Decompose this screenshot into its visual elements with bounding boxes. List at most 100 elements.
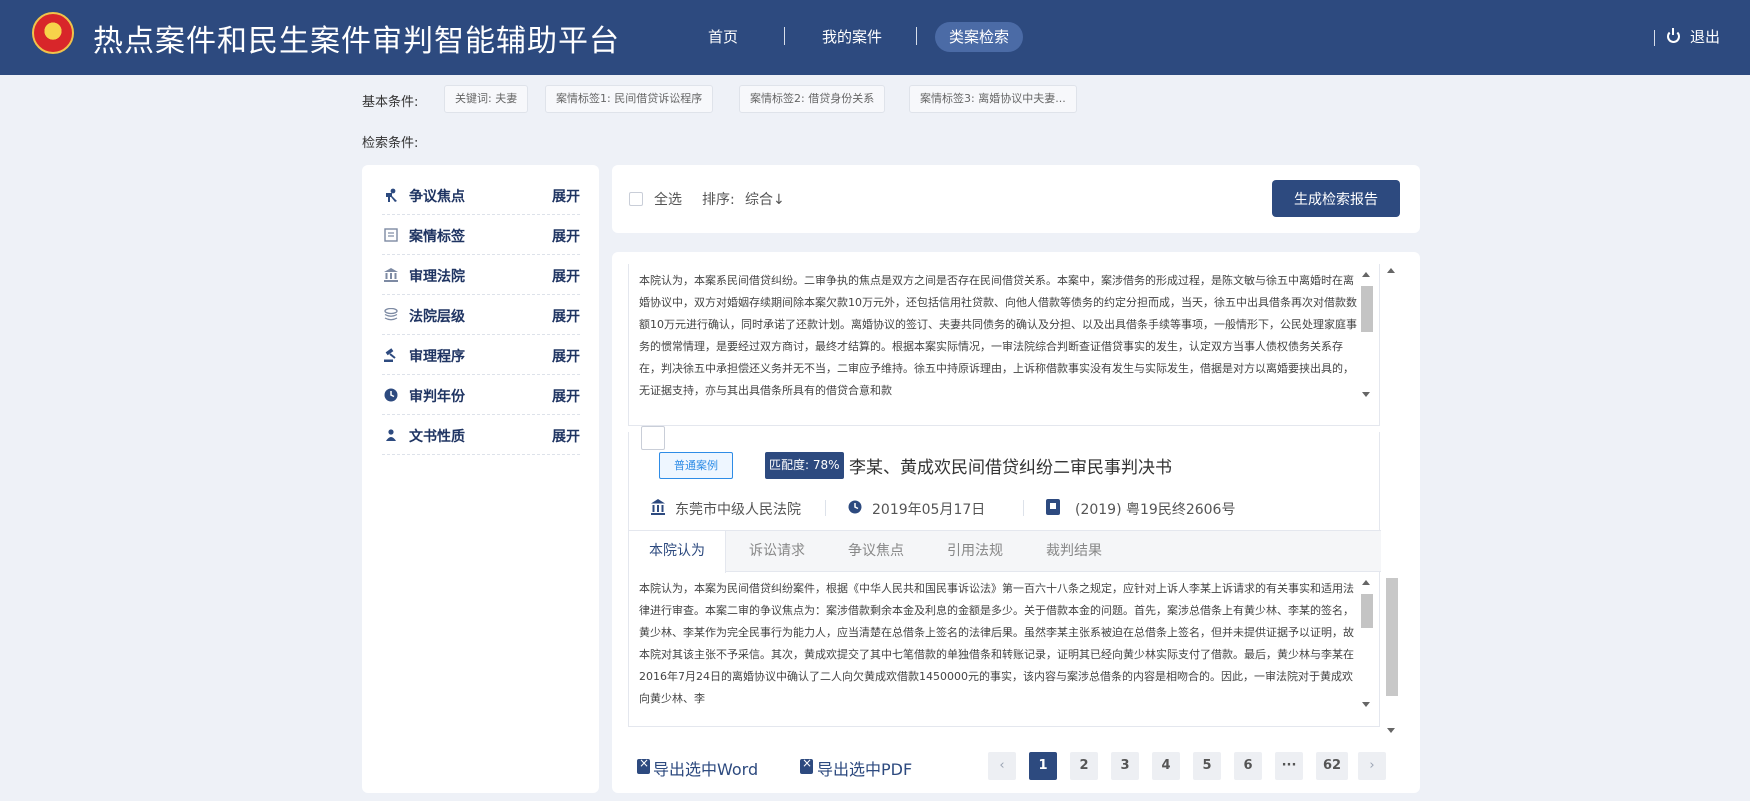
scrollbar-thumb[interactable] [1361, 286, 1373, 332]
result-card[interactable]: 普通案例 匹配度: 78% 李某、黄成欢民间借贷纠纷二审民事判决书 东莞市中级人… [628, 426, 1381, 727]
select-all-label[interactable]: 全选 [654, 189, 682, 209]
top-header: 热点案件和民生案件审判智能辅助平台 首页 我的案件 类案检索 退出 [0, 0, 1750, 75]
nav-similar-case-search[interactable]: 类案检索 [935, 22, 1024, 52]
scroll-up-icon[interactable] [1362, 580, 1370, 585]
nav-divider [916, 27, 917, 45]
result-select-checkbox[interactable] [641, 426, 665, 450]
nav-home[interactable]: 首页 [708, 22, 738, 52]
document-icon [384, 228, 398, 242]
filter-label: 审理法院 [409, 269, 465, 285]
excerpt-text: 本院认为，本案系民间借贷纠纷。二审争执的焦点是双方之间是否存在民间借贷关系。本案… [639, 274, 1357, 397]
clock-icon [384, 388, 398, 402]
logout-button[interactable]: 退出 [1690, 26, 1720, 47]
page-button[interactable]: 2 [1070, 752, 1098, 780]
tab-cited-laws[interactable]: 引用法规 [947, 531, 1003, 572]
app-title: 热点案件和民生案件审判智能辅助平台 [93, 24, 620, 59]
filter-label: 文书性质 [409, 429, 465, 445]
logout-divider [1654, 30, 1655, 46]
filter-label: 法院层级 [409, 309, 465, 325]
page-button[interactable]: 6 [1234, 752, 1262, 780]
results-toolbar: 全选 排序: 综合↓ 生成检索报告 [612, 165, 1420, 233]
word-export-icon[interactable] [637, 756, 650, 774]
condition-tag[interactable]: 案情标签2: 借贷身份关系 [739, 85, 886, 113]
filter-trial-year[interactable]: 审判年份 展开 [382, 375, 580, 415]
scrollbar-thumb[interactable] [1386, 578, 1398, 696]
case-number-icon [1046, 499, 1060, 515]
scroll-down-icon[interactable] [1387, 728, 1395, 733]
result-excerpt-box: 本院认为，本案系民间借贷纠纷。二审争执的焦点是双方之间是否存在民间借贷关系。本案… [628, 264, 1380, 426]
gavel-icon [384, 348, 396, 362]
next-page-button[interactable]: › [1358, 752, 1386, 780]
condition-tag[interactable]: 案情标签3: 离婚协议中夫妻... [909, 85, 1077, 113]
result-tabs: 本院认为 诉讼请求 争议焦点 引用法规 裁判结果 [629, 530, 1381, 573]
filter-trial-procedure[interactable]: 审理程序 展开 [382, 335, 580, 375]
filter-document-nature[interactable]: 文书性质 展开 [382, 415, 580, 455]
page-button[interactable]: 3 [1111, 752, 1139, 780]
filter-case-tags[interactable]: 案情标签 展开 [382, 215, 580, 255]
filter-court-level[interactable]: 法院层级 展开 [382, 295, 580, 335]
meta-divider [1023, 500, 1024, 516]
tab-court-opinion[interactable]: 本院认为 [629, 531, 726, 573]
search-conditions-label: 检索条件: [362, 136, 419, 151]
pdf-export-icon[interactable] [800, 756, 813, 774]
filter-trial-court[interactable]: 审理法院 展开 [382, 255, 580, 295]
sort-label: 排序: [702, 192, 735, 208]
filter-panel: 争议焦点 展开 案情标签 展开 审理法院 展开 法院层级 展开 审理程序 展开 … [362, 165, 599, 793]
tab-claims[interactable]: 诉讼请求 [749, 531, 805, 572]
filter-label: 审判年份 [409, 389, 465, 405]
judgment-date: 2019年05月17日 [872, 502, 986, 518]
scrollbar-thumb[interactable] [1361, 594, 1373, 628]
prev-page-button[interactable]: ‹ [988, 752, 1016, 780]
expand-link[interactable]: 展开 [552, 266, 580, 286]
layers-icon [384, 308, 398, 321]
filter-label: 案情标签 [409, 229, 465, 245]
expand-link[interactable]: 展开 [552, 186, 580, 206]
nav-divider [784, 27, 785, 45]
generate-report-button[interactable]: 生成检索报告 [1272, 180, 1400, 217]
tab-dispute-focus[interactable]: 争议焦点 [848, 531, 904, 572]
page-ellipsis[interactable]: ··· [1275, 752, 1303, 780]
results-scrollbar[interactable] [1384, 268, 1398, 736]
excerpt-scrollbar[interactable] [1359, 272, 1373, 400]
tab-judgment-result[interactable]: 裁判结果 [1046, 531, 1102, 572]
expand-link[interactable]: 展开 [552, 386, 580, 406]
sort-dropdown[interactable]: 综合↓ [745, 189, 785, 209]
filter-dispute-focus[interactable]: 争议焦点 展开 [382, 175, 580, 215]
expand-link[interactable]: 展开 [552, 426, 580, 446]
page-button[interactable]: 4 [1152, 752, 1180, 780]
national-emblem-icon [32, 12, 74, 54]
scroll-down-icon[interactable] [1362, 702, 1370, 707]
expand-link[interactable]: 展开 [552, 346, 580, 366]
basic-conditions-label: 基本条件: [362, 95, 419, 110]
power-icon[interactable] [1667, 28, 1680, 43]
expand-link[interactable]: 展开 [552, 226, 580, 246]
page-button[interactable]: 62 [1316, 752, 1348, 780]
scroll-down-icon[interactable] [1362, 392, 1370, 397]
clock-icon [848, 500, 862, 514]
filter-label: 争议焦点 [409, 189, 465, 205]
scroll-up-icon[interactable] [1387, 268, 1395, 273]
select-all-checkbox[interactable] [629, 192, 643, 206]
person-icon [386, 429, 396, 441]
meta-divider [825, 500, 826, 516]
nav-my-cases[interactable]: 我的案件 [822, 22, 882, 52]
filter-label: 审理程序 [409, 349, 465, 365]
page-button[interactable]: 1 [1029, 752, 1057, 780]
page-button[interactable]: 5 [1193, 752, 1221, 780]
case-number: (2019) 粤19民终2606号 [1075, 502, 1236, 518]
card-excerpt-scrollbar[interactable] [1359, 580, 1373, 710]
card-excerpt-text: 本院认为，本案为民间借贷纠纷案件，根据《中华人民共和国民事诉讼法》第一百六十八条… [639, 582, 1354, 705]
export-word-button[interactable]: 导出选中Word [653, 756, 758, 780]
results-panel: 本院认为，本案系民间借贷纠纷。二审争执的焦点是双方之间是否存在民间借贷关系。本案… [612, 252, 1420, 793]
export-pdf-button[interactable]: 导出选中PDF [817, 756, 912, 780]
case-type-badge: 普通案例 [659, 452, 733, 479]
condition-tag[interactable]: 案情标签1: 民间借贷诉讼程序 [545, 85, 714, 113]
case-title-link[interactable]: 李某、黄成欢民间借贷纠纷二审民事判决书 [849, 453, 1172, 478]
condition-tag[interactable]: 关键词: 夫妻 [444, 85, 529, 113]
gavel-people-icon [386, 188, 397, 202]
scroll-up-icon[interactable] [1362, 272, 1370, 277]
expand-link[interactable]: 展开 [552, 306, 580, 326]
match-badge: 匹配度: 78% [765, 452, 844, 479]
court-icon [384, 268, 398, 282]
court-icon [651, 499, 665, 515]
